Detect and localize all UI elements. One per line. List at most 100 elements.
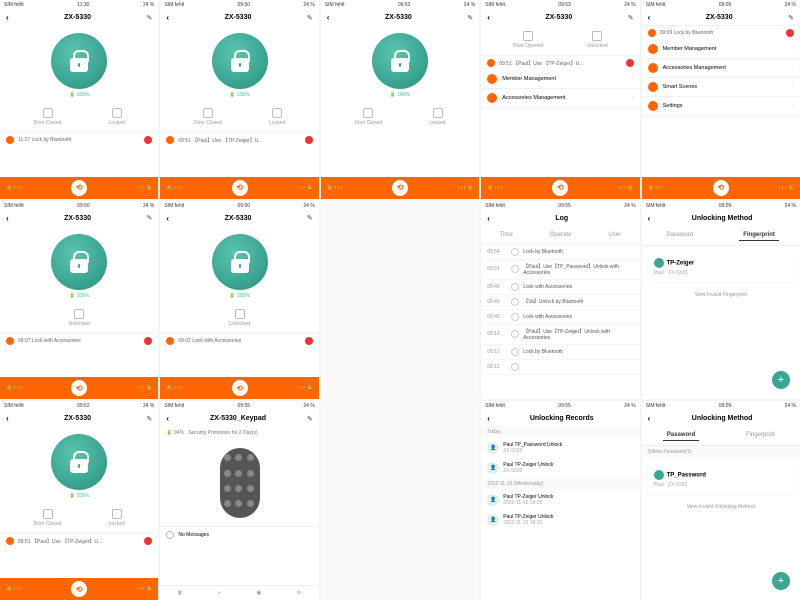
phone-unlocking-records: SIM fehlt09:5524 % ‹Unlocking Records To… xyxy=(481,401,639,600)
record-item[interactable]: 👤Paul TP-Zeiger UnlockZX-5330 xyxy=(481,458,639,478)
menu-member-management[interactable]: Member Management› xyxy=(481,70,639,89)
log-entry[interactable]: 09:49Lock with Accessories xyxy=(481,310,639,325)
back-icon[interactable]: ‹ xyxy=(648,13,651,22)
door-icon xyxy=(43,108,53,118)
edit-icon[interactable]: ✎ xyxy=(147,14,153,22)
event-row[interactable]: 11:27 Lock by Bluetooth xyxy=(0,132,158,147)
password-card[interactable]: TP_PasswordPaul · ZX-5330 xyxy=(648,464,794,494)
messages-row[interactable]: No Messages xyxy=(160,526,318,543)
log-entry[interactable]: 09:49【Va】Unlock by Bluetooth xyxy=(481,295,639,310)
back-icon[interactable]: ‹ xyxy=(6,414,9,423)
back-icon[interactable]: ‹ xyxy=(6,214,9,223)
edit-icon[interactable]: ✎ xyxy=(788,14,794,22)
back-icon[interactable]: ‹ xyxy=(487,414,490,423)
header: ‹ ZX-5330 ✎ xyxy=(0,10,158,25)
nav-icon[interactable]: ◐ xyxy=(218,590,221,596)
event-row[interactable]: 09:09 Lock by Bluetooth xyxy=(642,25,800,40)
slide-unlock-bar[interactable]: 🔒 ‹ ‹ ‹⟲› › › 🔓 xyxy=(321,177,479,199)
edit-icon[interactable]: ✎ xyxy=(147,415,153,423)
log-entry[interactable]: 09:49Lock with Accessories xyxy=(481,280,639,295)
record-item[interactable]: 👤Paul TP-Zeiger Unlock2022-11-16 18:25 xyxy=(481,510,639,530)
section-today: Today xyxy=(481,426,639,438)
back-icon[interactable]: ‹ xyxy=(648,414,651,423)
phone-lock-screen: SIM fehlt09:5024 % ‹ZX-5330✎ 🔋 100% Door… xyxy=(160,0,318,199)
menu-member-management[interactable]: Member Management› xyxy=(642,40,800,59)
members-icon xyxy=(487,74,497,84)
view-invalid-link[interactable]: View Invalid Unlocking Method xyxy=(642,500,800,514)
nav-icon[interactable]: ⚙ xyxy=(297,590,301,596)
back-icon[interactable]: ‹ xyxy=(166,13,169,22)
menu-settings[interactable]: Settings› xyxy=(642,97,800,116)
event-row[interactable]: 09:51 【Paul】Use 【TP-Zeiger】U... xyxy=(160,132,318,147)
log-entry[interactable]: 09:12Lock by Bluetooth xyxy=(481,345,639,360)
log-tabs: Time Operate User xyxy=(481,226,639,245)
log-entry[interactable]: 09:51【Paul】Use【TP_Password】Unlock with A… xyxy=(481,260,639,280)
menu-accessories-management[interactable]: Accessories Management› xyxy=(642,59,800,78)
lock-visual xyxy=(51,33,107,89)
back-icon[interactable]: ‹ xyxy=(648,214,651,223)
event-row[interactable]: 09:07 Lock with Accessories xyxy=(0,333,158,348)
back-icon[interactable]: ‹ xyxy=(327,13,330,22)
password-icon xyxy=(654,470,664,480)
device-title: ZX-5330 xyxy=(64,14,91,21)
add-button[interactable]: + xyxy=(772,371,790,389)
section-date: 2022-11-16 (Wednesday) xyxy=(481,478,639,490)
back-icon[interactable]: ‹ xyxy=(166,214,169,223)
event-row[interactable]: 09:07 Lock with Accessories xyxy=(160,333,318,348)
log-entry[interactable]: 09:54Lock by Bluetooth xyxy=(481,245,639,260)
padlock-icon xyxy=(70,50,88,72)
nav-icon[interactable]: ◧ xyxy=(178,590,183,596)
slide-unlock-bar[interactable]: 🔒 ‹ ‹ ‹⟲› › › 🔓 xyxy=(160,377,318,399)
tab-time[interactable]: Time xyxy=(496,230,517,240)
slider-knob[interactable]: ⟲ xyxy=(71,180,87,196)
section-online-password: Online Password(1) xyxy=(642,446,800,458)
fingerprint-card[interactable]: TP-ZeigerPaul · ZX-5330 xyxy=(648,252,794,282)
bottom-nav: ◧ ◐ ▣ ⚙ xyxy=(160,585,318,600)
slide-unlock-bar[interactable]: 🔒 ‹ ‹ ‹⟲› › › 🔓 xyxy=(0,177,158,199)
fingerprint-icon xyxy=(654,258,664,268)
edit-icon[interactable]: ✎ xyxy=(467,14,473,22)
phone-blank xyxy=(321,201,479,400)
record-item[interactable]: 👤Paul TP_Password UnlockZX-5330 xyxy=(481,438,639,458)
menu-smart-scenes[interactable]: Smart Scenes› xyxy=(642,78,800,97)
slide-unlock-bar[interactable]: 🔒 ‹ ‹ ‹⟲› › › 🔓 xyxy=(0,377,158,399)
back-icon[interactable]: ‹ xyxy=(487,214,490,223)
phone-lock-screen: SIM fehlt11:3024 % ‹ZX-5330✎ 🔋 100% Door… xyxy=(0,0,158,199)
slide-unlock-bar[interactable]: 🔒 ‹ ‹ ‹⟲› › › 🔓 xyxy=(481,177,639,199)
keypad-visual xyxy=(220,448,260,518)
nav-icon[interactable]: ▣ xyxy=(257,590,262,596)
tab-fingerprint[interactable]: Fingerprint xyxy=(739,230,779,241)
event-row[interactable]: 09:51 【Paul】Use 【TP-Zeiger】U... xyxy=(0,533,158,548)
edit-icon[interactable]: ✎ xyxy=(628,14,634,22)
view-invalid-link[interactable]: View Invalid Fingerprint xyxy=(642,288,800,302)
slide-unlock-bar[interactable]: 🔒 ‹ ‹ ‹⟲› › › 🔓 xyxy=(0,578,158,600)
page-title: Unlocking Records xyxy=(530,415,594,422)
slide-unlock-bar[interactable]: 🔒 ‹ ‹ ‹⟲› › › 🔓 xyxy=(160,177,318,199)
event-row[interactable]: 09:51 【Paul】Use 【TP-Zeiger】U... xyxy=(481,55,639,70)
edit-icon[interactable]: ✎ xyxy=(147,214,153,222)
tab-operate[interactable]: Operate xyxy=(546,230,576,240)
back-icon[interactable]: ‹ xyxy=(166,414,169,423)
tab-fingerprint[interactable]: Fingerprint xyxy=(742,430,779,441)
back-icon[interactable]: ‹ xyxy=(6,13,9,22)
menu-accessories-management[interactable]: Accessories Management› xyxy=(481,89,639,108)
edit-icon[interactable]: ✎ xyxy=(307,214,313,222)
phone-lock-screen: SIM fehlt09:5324 % ‹ZX-5330✎ 🔋 100% Door… xyxy=(321,0,479,199)
slide-unlock-bar[interactable]: 🔒 ‹ ‹ ‹⟲› › › 🔓 xyxy=(642,177,800,199)
tab-password[interactable]: Password xyxy=(663,430,699,441)
avatar-icon: 👤 xyxy=(487,442,499,454)
door-status: Door ClosedLocked xyxy=(0,102,158,132)
edit-icon[interactable]: ✎ xyxy=(307,14,313,22)
phone-lock-screen: SIM fehlt09:5024 % ‹ZX-5330✎ 🔋 100% Unlo… xyxy=(0,201,158,400)
log-entry[interactable]: 09:10【Paul】Use【TP-Zeiger】Unlock with Acc… xyxy=(481,325,639,345)
phone-unlocking-method-fingerprint: SIM fehlt09:0924 % ‹Unlocking Method Pas… xyxy=(642,201,800,400)
add-button[interactable]: + xyxy=(772,572,790,590)
edit-icon[interactable]: ✎ xyxy=(307,415,313,423)
tab-user[interactable]: User xyxy=(604,230,625,240)
log-entry[interactable]: 09:12 xyxy=(481,360,639,375)
tab-password[interactable]: Password xyxy=(663,230,697,241)
status-bar: SIM fehlt11:3024 % xyxy=(0,0,158,10)
phone-unlocking-method-password: SIM fehlt09:0924 % ‹Unlocking Method Pas… xyxy=(642,401,800,600)
back-icon[interactable]: ‹ xyxy=(487,13,490,22)
record-item[interactable]: 👤Paul TP-Zeiger Unlock2022-11-16 18:25 xyxy=(481,490,639,510)
